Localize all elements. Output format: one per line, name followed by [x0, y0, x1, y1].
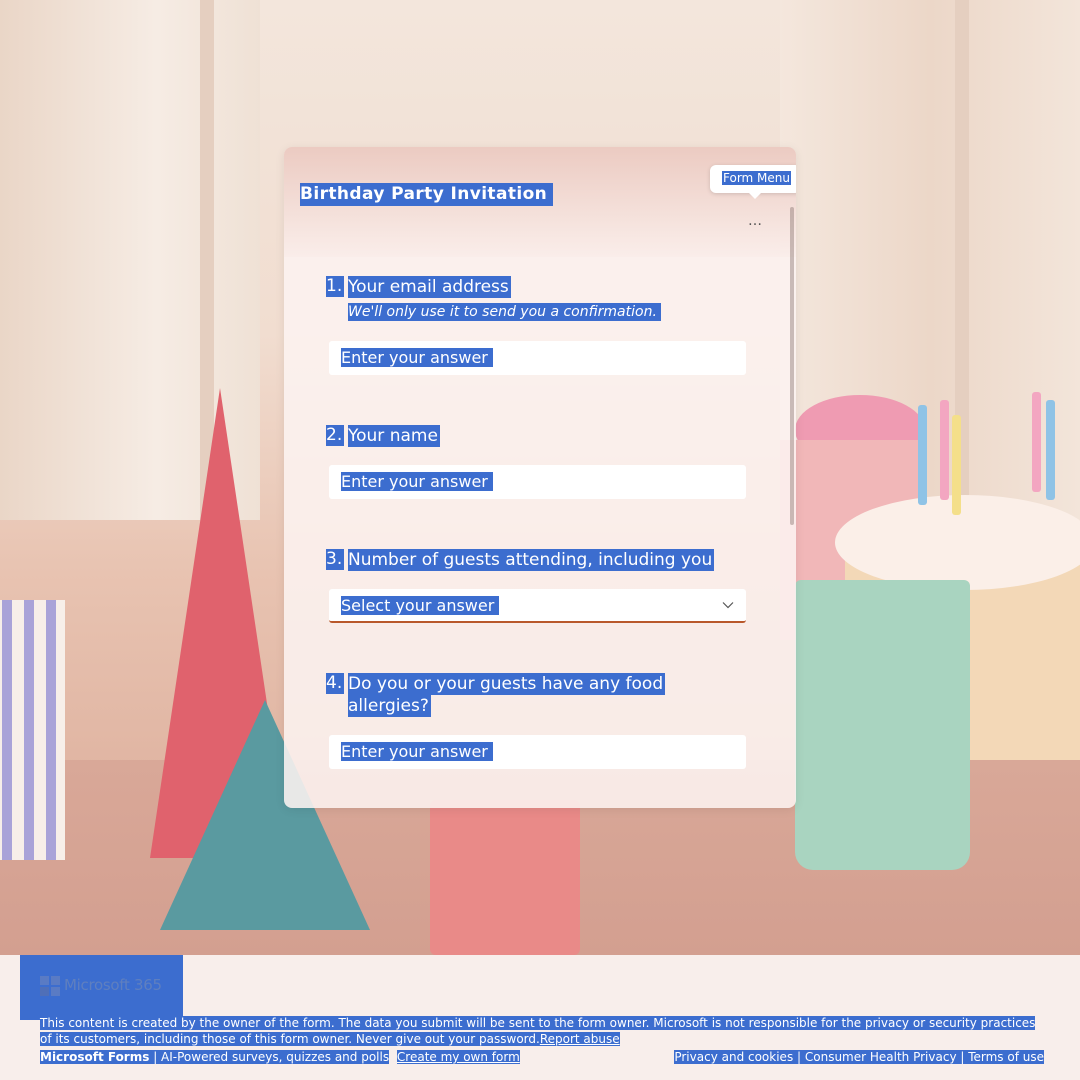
background-cup	[430, 800, 580, 955]
chevron-down-icon	[722, 602, 734, 609]
question-number: 1.	[326, 276, 345, 297]
more-options-button[interactable]: …	[742, 211, 768, 235]
question-guests: 3. Number of guests attending, including…	[326, 549, 746, 629]
question-number: 4.	[326, 673, 345, 694]
scrollbar[interactable]	[790, 207, 794, 525]
form-card: Birthday Party Invitation Form Menu … 1.…	[284, 147, 796, 808]
email-input-placeholder: Enter your answer	[341, 348, 493, 367]
form-title: Birthday Party Invitation	[300, 183, 554, 206]
question-email: 1. Your email address We'll only use it …	[326, 276, 746, 376]
question-allergies: 4. Do you or your guests have any food al…	[326, 673, 746, 773]
background-cup	[795, 580, 970, 870]
microsoft-365-brand: Microsoft 365	[64, 976, 162, 994]
question-number: 3.	[326, 549, 345, 570]
question-subtitle: We'll only use it to send you a confirma…	[348, 303, 661, 321]
terms-link[interactable]: Terms of use	[968, 1050, 1044, 1064]
email-input[interactable]: Enter your answer	[329, 341, 746, 375]
privacy-link[interactable]: Privacy and cookies	[674, 1050, 794, 1064]
name-input[interactable]: Enter your answer	[329, 465, 746, 499]
question-title: Do you or your guests have any food aller…	[348, 673, 666, 717]
health-privacy-link[interactable]: Consumer Health Privacy	[804, 1050, 957, 1064]
guests-dropdown-placeholder: Select your answer	[341, 596, 500, 615]
name-input-placeholder: Enter your answer	[341, 472, 493, 491]
microsoft-forms-label: Microsoft Forms	[40, 1050, 150, 1064]
report-abuse-link[interactable]: Report abuse	[539, 1032, 620, 1046]
background-gift	[0, 600, 65, 860]
question-title: Your email address	[348, 276, 511, 298]
background-candle	[940, 400, 949, 500]
question-title: Your name	[348, 425, 440, 447]
ellipsis-icon: …	[748, 213, 762, 229]
question-name: 2. Your name Enter your answer	[326, 425, 746, 505]
background-candle	[952, 415, 961, 515]
form-menu-tooltip-label: Form Menu	[722, 171, 791, 185]
footer-disclaimer: This content is created by the owner of …	[40, 1016, 1036, 1046]
question-number: 2.	[326, 425, 345, 446]
background-candle	[1046, 400, 1055, 500]
form-menu-tooltip: Form Menu	[710, 165, 796, 199]
create-form-link[interactable]: Create my own form	[396, 1050, 520, 1064]
footer: Microsoft 365 This content is created by…	[0, 955, 1080, 1080]
background-candle	[1032, 392, 1041, 492]
microsoft-logo-icon	[40, 976, 60, 996]
allergies-input[interactable]: Enter your answer	[329, 735, 746, 769]
allergies-input-placeholder: Enter your answer	[341, 742, 493, 761]
guests-dropdown[interactable]: Select your answer	[329, 589, 746, 623]
microsoft-365-logo[interactable]: Microsoft 365	[20, 955, 183, 1020]
question-title: Number of guests attending, including yo…	[348, 549, 715, 571]
background-candle	[918, 405, 927, 505]
forms-tagline: | AI-Powered surveys, quizzes and polls	[149, 1050, 390, 1064]
